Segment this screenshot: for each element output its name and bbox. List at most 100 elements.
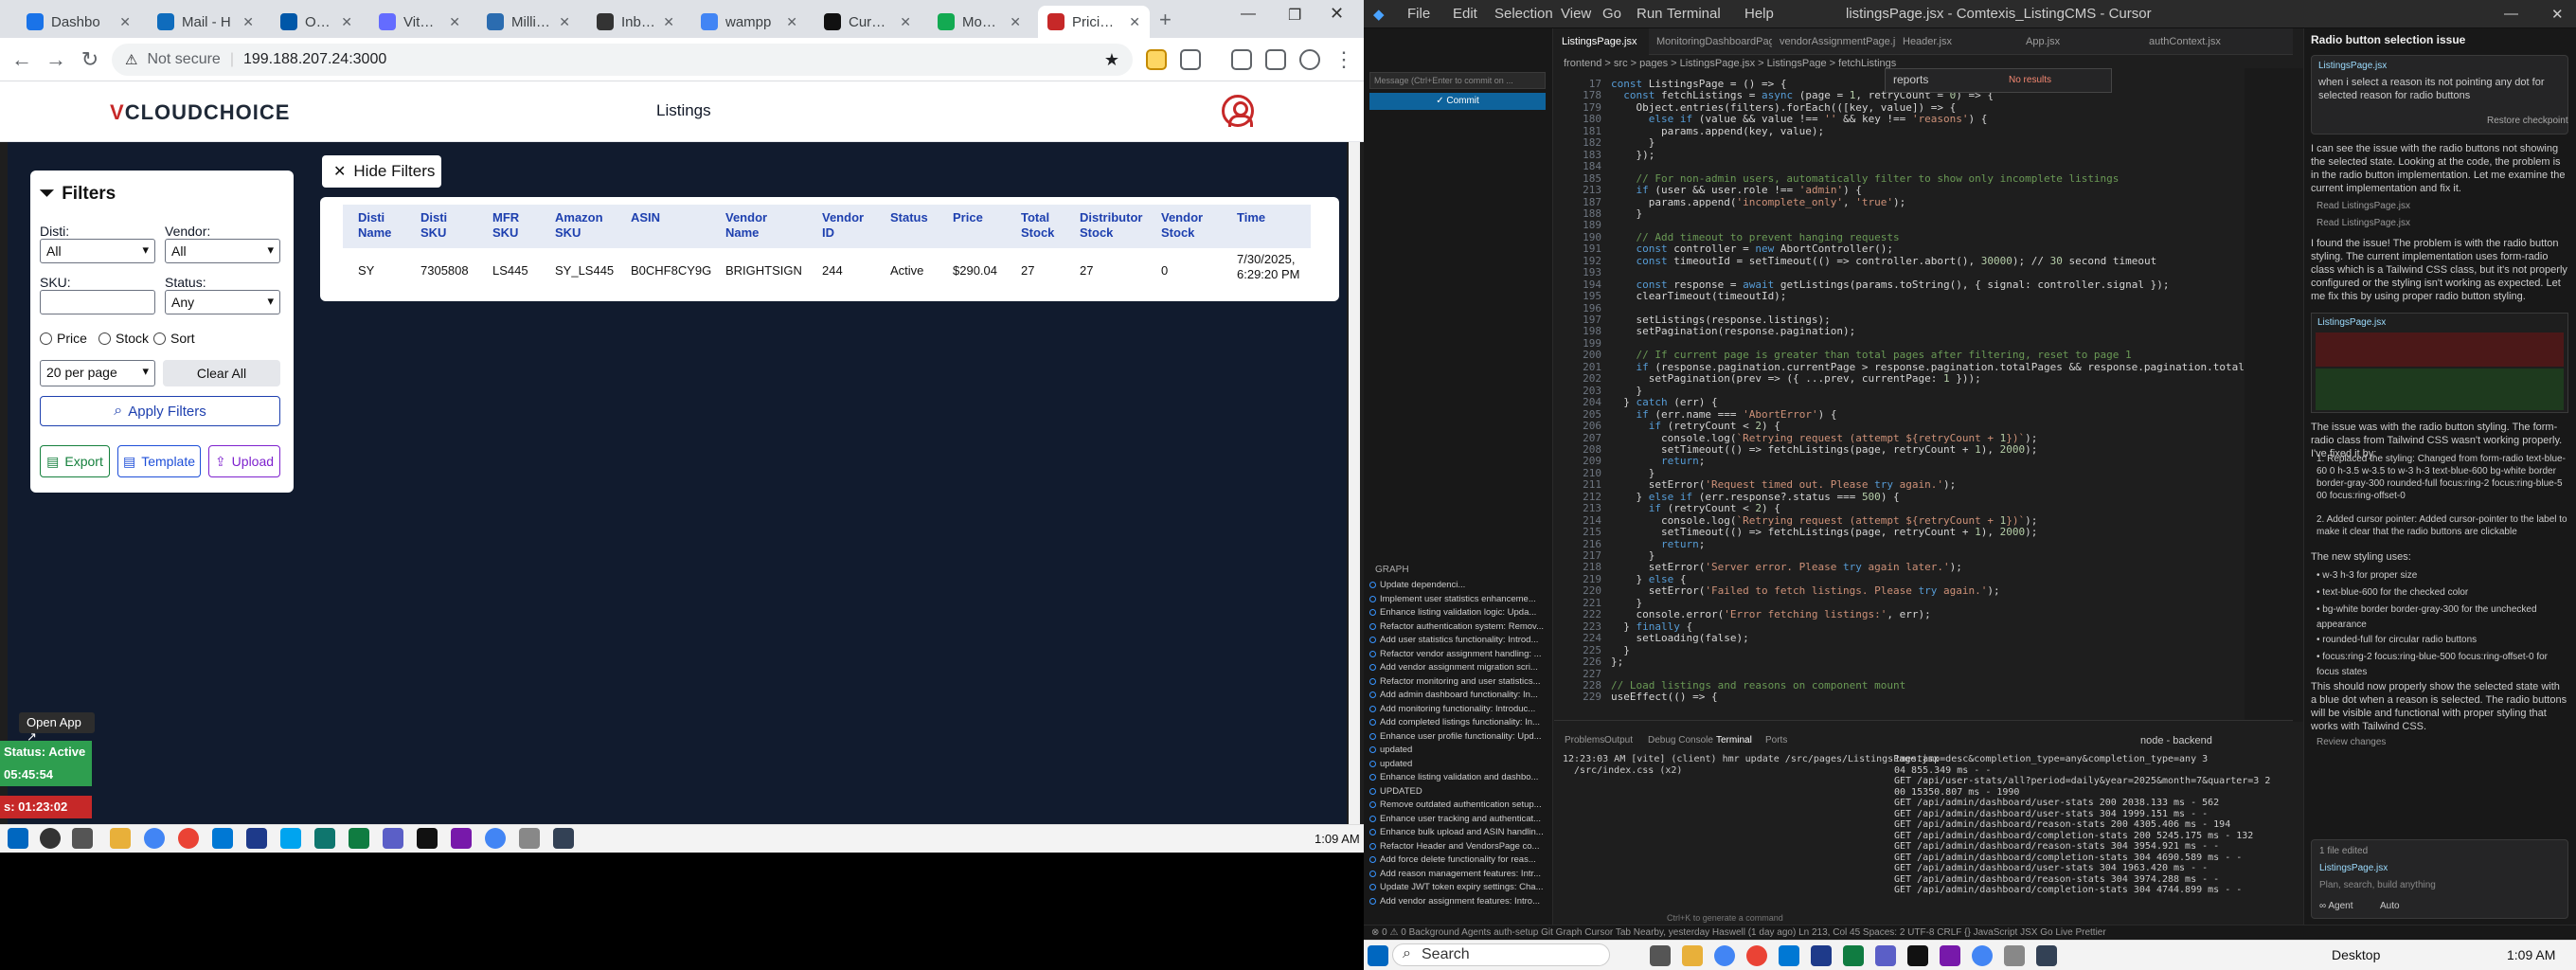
commit-item[interactable]: Add vendor assignment features: Intro... [1369,896,1547,907]
commit-item[interactable]: Update JWT token expiry settings: Cha... [1369,882,1547,892]
browser-tab[interactable]: Vite + Re ✕ [369,6,470,38]
terminal-tab[interactable]: Ports [1765,735,1787,745]
app-icon[interactable] [519,828,540,849]
onenote-icon[interactable] [1940,945,1960,966]
diff-block[interactable]: ListingsPage.jsx [2311,313,2568,413]
taskbar-clock[interactable]: 1:09 AM [1315,832,1360,846]
windows-start-icon[interactable] [8,828,28,849]
editor-tab[interactable]: vendorAssignmentPage.jsx [1772,28,1895,55]
commit-item[interactable]: Refactor monitoring and user statistics.… [1369,676,1547,687]
commit-item[interactable]: Add reason management features: Intr... [1369,869,1547,879]
taskbar-search[interactable]: ⌕ Search [1392,943,1610,966]
commit-item[interactable]: Refactor vendor assignment handling: ... [1369,649,1547,659]
sku-input[interactable] [40,290,155,314]
tab-close-icon[interactable]: ✕ [1129,14,1140,30]
radio-stock[interactable]: Stock [98,331,149,346]
editor-tab[interactable]: App.jsx [2018,28,2141,55]
commit-item[interactable]: Add admin dashboard functionality: In... [1369,690,1547,700]
menu-item-run[interactable]: Run [1637,6,1663,22]
commit-item[interactable]: Enhance listing validation logic: Upda..… [1369,607,1547,618]
bookmark-star-icon[interactable]: ★ [1104,50,1119,70]
app-icon[interactable] [553,828,574,849]
extensions-puzzle-icon[interactable] [1180,49,1201,70]
outlook-icon[interactable] [212,828,233,849]
commit-item[interactable]: Enhance user profile functionality: Upd.… [1369,731,1547,742]
upload-button[interactable]: ⇪ Upload [208,445,280,477]
browser-tab[interactable]: MongoD ✕ [928,6,1030,38]
terminal-tab[interactable]: Output [1604,735,1633,745]
windows-start-icon[interactable] [1368,945,1388,966]
extension-icon[interactable] [1146,49,1167,70]
commit-item[interactable]: updated [1369,745,1547,755]
commit-item[interactable]: Enhance bulk upload and ASIN handlin... [1369,827,1547,837]
commit-item[interactable]: UPDATED [1369,786,1547,797]
terminal-session[interactable]: node - backend [2140,735,2212,746]
editor-tab[interactable]: ListingsPage.jsx [1554,28,1649,55]
excel-icon[interactable] [1843,945,1864,966]
commit-item[interactable]: Remove outdated authentication setup... [1369,799,1547,810]
file-explorer-icon[interactable] [1682,945,1703,966]
open-app-button[interactable]: Open App ↗ [19,712,95,744]
file-chip[interactable]: ListingsPage.jsx [2318,59,2387,74]
menu-item-selection[interactable]: Selection [1494,6,1553,22]
task-view-icon[interactable] [72,828,93,849]
vendor-select[interactable]: All [165,239,280,263]
browser-menu-icon[interactable]: ⋮ [1332,47,1356,72]
commit-item[interactable]: Add completed listings functionality: In… [1369,717,1547,728]
apply-filters-button[interactable]: ⌕ Apply Filters [40,396,280,426]
media-icon[interactable] [1265,49,1286,70]
cursor-icon[interactable] [1907,945,1928,966]
menu-item-view[interactable]: View [1561,6,1591,22]
commit-item[interactable]: Add force delete functionality for reas.… [1369,854,1547,865]
code-editor[interactable]: 17 const ListingsPage = () => {178 const … [1554,68,2293,722]
commit-item[interactable]: Refactor authentication system: Remov... [1369,621,1547,632]
browser-tab[interactable]: OTMS M ✕ [271,6,362,38]
app-icon[interactable] [314,828,335,849]
radio-price[interactable]: Price [40,331,87,346]
browser-tab[interactable]: Millisec ✕ [477,6,580,38]
terminal-tab[interactable]: Debug Console [1648,735,1713,745]
browser-tab[interactable]: wampp ✕ [691,6,807,38]
commit-item[interactable]: Update dependenci... [1369,580,1547,590]
browser-tab[interactable]: Cursor - ✕ [814,6,921,38]
app-icon[interactable] [280,828,301,849]
tab-close-icon[interactable]: ✕ [449,14,460,30]
app-icon[interactable] [2004,945,2025,966]
menu-item-file[interactable]: File [1407,6,1430,22]
menu-item-go[interactable]: Go [1602,6,1621,22]
commit-message-input[interactable]: Message (Ctrl+Enter to commit on ... [1369,72,1546,89]
editor-tab[interactable]: Header.jsx [1895,28,2018,55]
outlook-icon[interactable] [1779,945,1799,966]
new-tab-button[interactable]: + [1159,8,1172,32]
commit-item[interactable]: Add user statistics functionality: Intro… [1369,635,1547,645]
menu-item-help[interactable]: Help [1744,6,1774,22]
find-widget[interactable]: reports No results [1885,68,2112,93]
agent-mode-select[interactable]: ∞ Agent [2319,899,2353,914]
commit-button[interactable]: ✓ Commit [1369,93,1546,110]
app-icon[interactable] [1746,945,1767,966]
forward-button[interactable]: → [44,47,68,72]
commit-item[interactable]: Enhance listing validation and dashbo... [1369,772,1547,782]
tab-close-icon[interactable]: ✕ [786,14,797,30]
commit-item[interactable]: Add monitoring functionality: Introduc..… [1369,704,1547,714]
commit-item[interactable]: Implement user statistics enhanceme... [1369,594,1547,604]
search-icon[interactable] [40,828,61,849]
terminal-tab[interactable]: Terminal [1716,735,1752,745]
profile-icon[interactable] [1299,49,1320,70]
tab-close-icon[interactable]: ✕ [119,14,131,30]
task-view-icon[interactable] [1650,945,1671,966]
app-icon[interactable] [1811,945,1832,966]
template-button[interactable]: ▤ Template [117,445,201,477]
tab-close-icon[interactable]: ✕ [1010,14,1021,30]
minimize-button[interactable]: — [2504,6,2518,22]
chrome-icon[interactable] [144,828,165,849]
browser-tab[interactable]: Mail - H ✕ [148,6,263,38]
maximize-button[interactable]: ❐ [1288,6,1301,25]
download-icon[interactable] [1231,49,1252,70]
editor-tab[interactable]: MonitoringDashboardPage.jsx [1649,28,1772,55]
editor-tab[interactable]: authContext.jsx [2141,28,2264,55]
commit-item[interactable]: Add vendor assignment migration scri... [1369,662,1547,673]
close-window-button[interactable]: ✕ [2551,6,2564,23]
clear-all-button[interactable]: Clear All [163,360,280,386]
chat-input-placeholder[interactable]: Plan, search, build anything [2319,878,2436,893]
